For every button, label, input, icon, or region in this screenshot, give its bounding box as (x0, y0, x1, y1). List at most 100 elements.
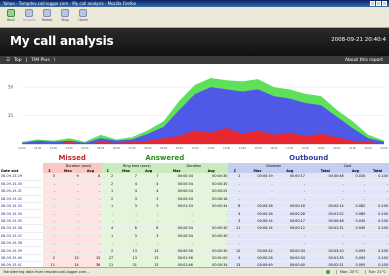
date-slot-link[interactable]: 08-09-15-29 (0, 173, 44, 181)
x-tick-label: 12:00 (207, 147, 214, 150)
table-cell: - (114, 217, 138, 226)
date-slot-link[interactable]: 08-09-15-40 (0, 254, 44, 263)
close-button[interactable] (382, 1, 387, 6)
table-cell: 0.030 (344, 173, 367, 181)
table-cell: 15 (56, 254, 80, 263)
date-slot-link[interactable]: 08-09-15-35 (0, 217, 44, 226)
table-cell: 00:00:25 (193, 187, 229, 196)
date-slot-link[interactable]: 08-09-15-32 (0, 195, 44, 204)
table-cell: 2 (101, 195, 115, 204)
x-tick-label: 10:00 (176, 147, 183, 150)
table-cell: - (137, 239, 160, 248)
table-cell: 1 (101, 187, 115, 196)
page-header: My call analysis 2008-09-21 20:40:4 (0, 28, 389, 56)
table-cell: - (273, 239, 306, 248)
table-cell: 8 (137, 224, 160, 233)
maximize-button[interactable] (376, 1, 381, 6)
x-tick-label: 11:00 (192, 147, 199, 150)
table-cell: 00:00:56 (159, 246, 194, 255)
table-cell: - (241, 232, 274, 241)
table-cell: 15 (79, 254, 102, 263)
table-row: 08-09-15-36- - -4 8 8 00:00:34 00:00:30 11 00:00… (0, 224, 389, 233)
x-tick-label: 02:00 (50, 147, 57, 150)
table-cell: - (43, 239, 56, 248)
date-slot-link[interactable]: 08-09-15-31 (0, 187, 44, 196)
table-cell: - (344, 180, 367, 189)
table-cell: - (101, 217, 115, 226)
table-cell: 4 (228, 209, 242, 218)
table-cell: 13 (137, 254, 160, 263)
group-header-row: Missed Answered Outbound (0, 153, 389, 163)
table-cell: - (241, 180, 274, 189)
x-tick-label: 13:00 (223, 147, 230, 150)
menu-icon[interactable]: ☰ (6, 58, 10, 63)
minimize-button[interactable] (370, 1, 375, 6)
x-tick-label: 01:00 (34, 147, 41, 150)
breadcrumb-tim-plus[interactable]: TIM Plus (31, 58, 50, 63)
table-cell: 0.040 (344, 224, 367, 233)
table-cell: - (305, 180, 345, 189)
table-cell: 0.100 (366, 173, 389, 181)
table-cell: 7 (114, 173, 138, 181)
forward-button[interactable]: Forward (22, 9, 36, 22)
stop-label: Stop (61, 18, 69, 22)
table-cell: 3 (114, 202, 138, 211)
table-cell: - (79, 187, 102, 196)
table-cell: 4 (137, 187, 160, 196)
table-cell: 11 (228, 224, 242, 233)
table-cell: - (56, 202, 80, 211)
table-cell: 0.100 (366, 224, 389, 233)
date-slot-link[interactable]: 08-09-15-34 (0, 209, 44, 218)
table-cell: 3 (228, 254, 242, 263)
table-cell: 00:01:31 (305, 224, 345, 233)
table-cell: - (101, 209, 115, 218)
date-slot-link[interactable]: 08-09-15-37 (0, 232, 44, 241)
stop-button[interactable]: Stop (58, 9, 72, 22)
table-cell: 4 (114, 187, 138, 196)
table-row: 08-09-15-40 2 15 15 27 13 13 00:01:56 00:01:00 3 0… (0, 254, 389, 263)
back-button[interactable]: Back (4, 9, 18, 22)
table-cell: 4 (114, 180, 138, 189)
table-cell: - (56, 224, 80, 233)
date-slot-link[interactable]: 08-09-15-33 (0, 202, 44, 211)
date-slot-link[interactable]: 08-09-15-38 (0, 239, 44, 248)
about-report-link[interactable]: About this report (345, 58, 383, 63)
table-row: 08-09-15-39- - -2 13 13 00:00:56 00:00:30 12 00:… (0, 246, 389, 255)
home-button[interactable]: Home (76, 9, 90, 22)
date-slot-link[interactable]: 08-09-15-39 (0, 246, 44, 255)
table-cell: - (56, 232, 80, 241)
x-tick-label: 14:00 (239, 147, 246, 150)
table-cell: - (228, 180, 242, 189)
table-cell: 00:01:34 (159, 202, 194, 211)
table-cell: 00:00:34 (159, 232, 194, 241)
date-slot-link[interactable]: 08-09-15-36 (0, 224, 44, 233)
table-cell: - (273, 232, 306, 241)
table-cell: - (273, 180, 306, 189)
breadcrumb-top[interactable]: Top (14, 58, 22, 63)
table-cell: - (56, 187, 80, 196)
table-cell: - (43, 187, 56, 196)
stop-icon (61, 9, 69, 17)
group-answered: Answered (145, 154, 185, 162)
table-cell: - (241, 239, 274, 248)
table-cell: 00:01:52 (305, 209, 345, 218)
calls-chart: 50 25 00:00 01:00 02:00 03:00 04:00 05:00 06:00 0… (0, 64, 389, 154)
table-cell: 0.100 (366, 202, 389, 211)
table-cell: 00:00:34 (159, 195, 194, 204)
reload-button[interactable]: Reload (40, 9, 54, 22)
table-body: 08-09-15-29 5 9 8 2 7 7 00:00:34 00:00:30 2 00:00:… (0, 173, 389, 267)
table-row: 08-09-15-32- - -2 3 3 00:00:34 00:00:18- - - - - - (0, 195, 389, 204)
table-cell: - (159, 217, 194, 226)
table-cell: - (79, 217, 102, 226)
table-cell: - (159, 239, 194, 248)
table-cell: 0.095 (344, 254, 367, 263)
table-cell: 00:00:34 (193, 202, 229, 211)
table-cell: 00:00:48 (305, 173, 345, 181)
date-slot-link[interactable]: 08-09-15-30 (0, 180, 44, 189)
x-tick-label: 00:00 (19, 147, 26, 150)
table-cell: - (56, 239, 80, 248)
table-cell: 00:01:00 (193, 254, 229, 263)
reload-icon (43, 9, 51, 17)
table-row: 08-09-15-37- - -1 3 3 00:00:34 00:00:30- - - - - - (0, 232, 389, 241)
table-cell: 00:00:17 (273, 173, 306, 181)
